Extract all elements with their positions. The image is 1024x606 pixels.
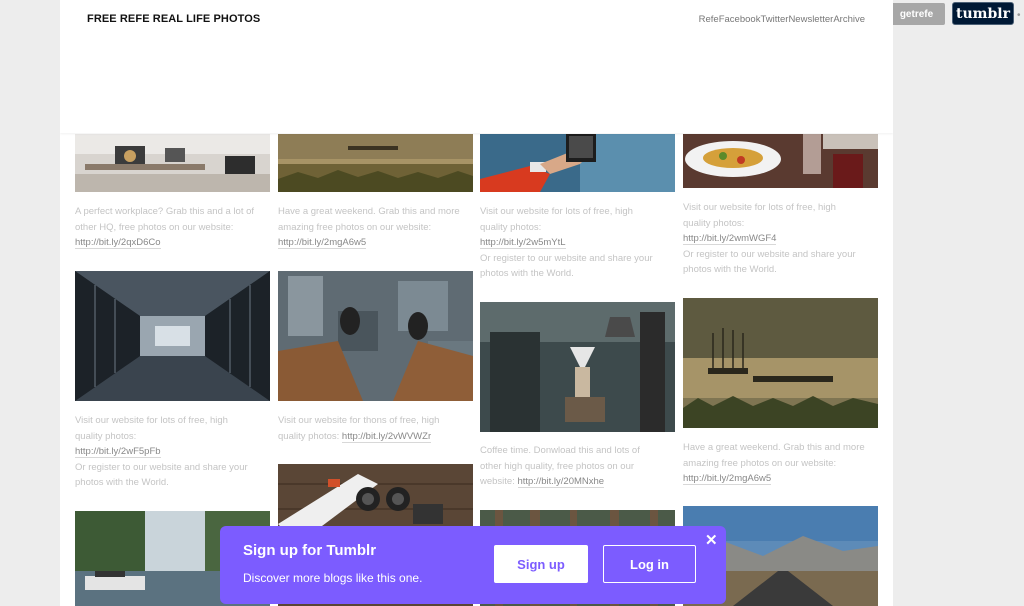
tumblr-logo: tumblr: [956, 5, 1010, 22]
misty-lake-photo[interactable]: [278, 134, 473, 192]
post-link[interactable]: http://bit.ly/2wmWGF4: [683, 233, 777, 245]
tumblr-signup-banner: Sign up for Tumblr Discover more blogs l…: [220, 526, 726, 604]
caption-line: A perfect workplace? Grab this and a lot…: [75, 206, 255, 217]
caption-line: quality photos:: [278, 430, 342, 442]
caption-line: other HQ, free photos on our website:: [75, 221, 234, 233]
follow-blog-label: getrefe: [899, 8, 934, 20]
tumblr-logo-button[interactable]: tumblr: [952, 2, 1014, 25]
more-icon[interactable]: •: [1017, 10, 1021, 21]
post-caption: Visit our website for lots of free, high…: [75, 413, 270, 491]
nav-link-archive[interactable]: Archive: [833, 14, 865, 25]
post-link[interactable]: http://bit.ly/2w5mYtL: [480, 237, 566, 249]
post-caption: Have a great weekend. Grab this and more…: [278, 204, 473, 251]
caption-line: Or register to our website and share you…: [75, 461, 248, 473]
nav-link-facebook[interactable]: Facebook: [719, 14, 761, 25]
coffee-brewing-photo[interactable]: [480, 302, 675, 432]
post-link[interactable]: http://bit.ly/2mgA6w5: [278, 237, 367, 249]
caption-line: photos with the World.: [683, 264, 777, 275]
post-caption: Have a great weekend. Grab this and more…: [683, 440, 878, 487]
post-caption: Visit our website for thons of free, hig…: [278, 413, 473, 444]
caption-line: Visit our website for lots of free, high: [75, 415, 228, 426]
post-link[interactable]: http://bit.ly/2wF5pFb: [75, 446, 161, 458]
post-caption: Coffee time. Donwload this and lots of o…: [480, 443, 675, 490]
caption-line: Or register to our website and share you…: [683, 248, 856, 260]
nav-link-newsletter[interactable]: Newsletter: [788, 14, 833, 25]
industrial-corridor-photo[interactable]: [75, 271, 270, 401]
post-link[interactable]: http://bit.ly/20MNxhe: [517, 476, 605, 488]
post-link[interactable]: http://bit.ly/2mgA6w5: [683, 473, 772, 485]
caption-line: quality photos:: [683, 217, 745, 229]
caption-line: photos with the World.: [75, 477, 169, 488]
close-icon[interactable]: ✕: [705, 531, 718, 549]
blog-header: FREE REFE REAL LIFE PHOTOS Refe Facebook…: [60, 0, 893, 133]
restaurant-dinner-photo[interactable]: [683, 134, 878, 188]
feet-above-city-photo[interactable]: [278, 271, 473, 401]
nav-link-refe[interactable]: Refe: [699, 14, 719, 25]
caption-line: Have a great weekend. Grab this and more: [278, 206, 460, 217]
log-in-button[interactable]: Log in: [603, 545, 696, 583]
office-workplace-photo[interactable]: [75, 134, 270, 192]
phone-in-hand-photo[interactable]: [480, 134, 675, 192]
misty-lake-boat-photo[interactable]: [683, 298, 878, 428]
caption-line: amazing free photos on our website:: [683, 457, 837, 469]
banner-subtitle: Discover more blogs like this one.: [243, 571, 423, 585]
blog-page: A perfect workplace? Grab this and a lot…: [60, 0, 893, 606]
post-caption: A perfect workplace? Grab this and a lot…: [75, 204, 270, 251]
post-link[interactable]: http://bit.ly/2qxD6Co: [75, 237, 161, 249]
caption-line: quality photos:: [75, 430, 137, 442]
caption-line: other high quality, free photos on our: [480, 460, 635, 472]
post-caption: Visit our website for lots of free, high…: [480, 204, 675, 282]
nav-link-twitter[interactable]: Twitter: [760, 14, 788, 25]
banner-title: Sign up for Tumblr: [243, 542, 377, 559]
caption-line: Visit our website for lots of free, high: [480, 206, 633, 217]
caption-line: quality photos:: [480, 221, 542, 233]
caption-line: photos with the World.: [480, 268, 574, 279]
blog-title[interactable]: FREE REFE REAL LIFE PHOTOS: [87, 13, 260, 25]
caption-line: Visit our website for thons of free, hig…: [278, 415, 440, 426]
caption-line: amazing free photos on our website:: [278, 221, 432, 233]
caption-line: Have a great weekend. Grab this and more: [683, 442, 865, 453]
caption-line: Or register to our website and share you…: [480, 252, 653, 264]
blog-nav: Refe Facebook Twitter Newsletter Archive: [699, 14, 865, 25]
post-link[interactable]: http://bit.ly/2vWVWZr: [341, 430, 432, 443]
post-caption: Visit our website for lots of free, high…: [683, 200, 878, 278]
caption-line: Visit our website for lots of free, high: [683, 202, 836, 213]
caption-line: website:: [480, 476, 518, 487]
caption-line: Coffee time. Donwload this and lots of: [480, 445, 640, 456]
sign-up-button[interactable]: Sign up: [494, 545, 588, 583]
follow-blog-button[interactable]: getrefe: [888, 3, 945, 25]
